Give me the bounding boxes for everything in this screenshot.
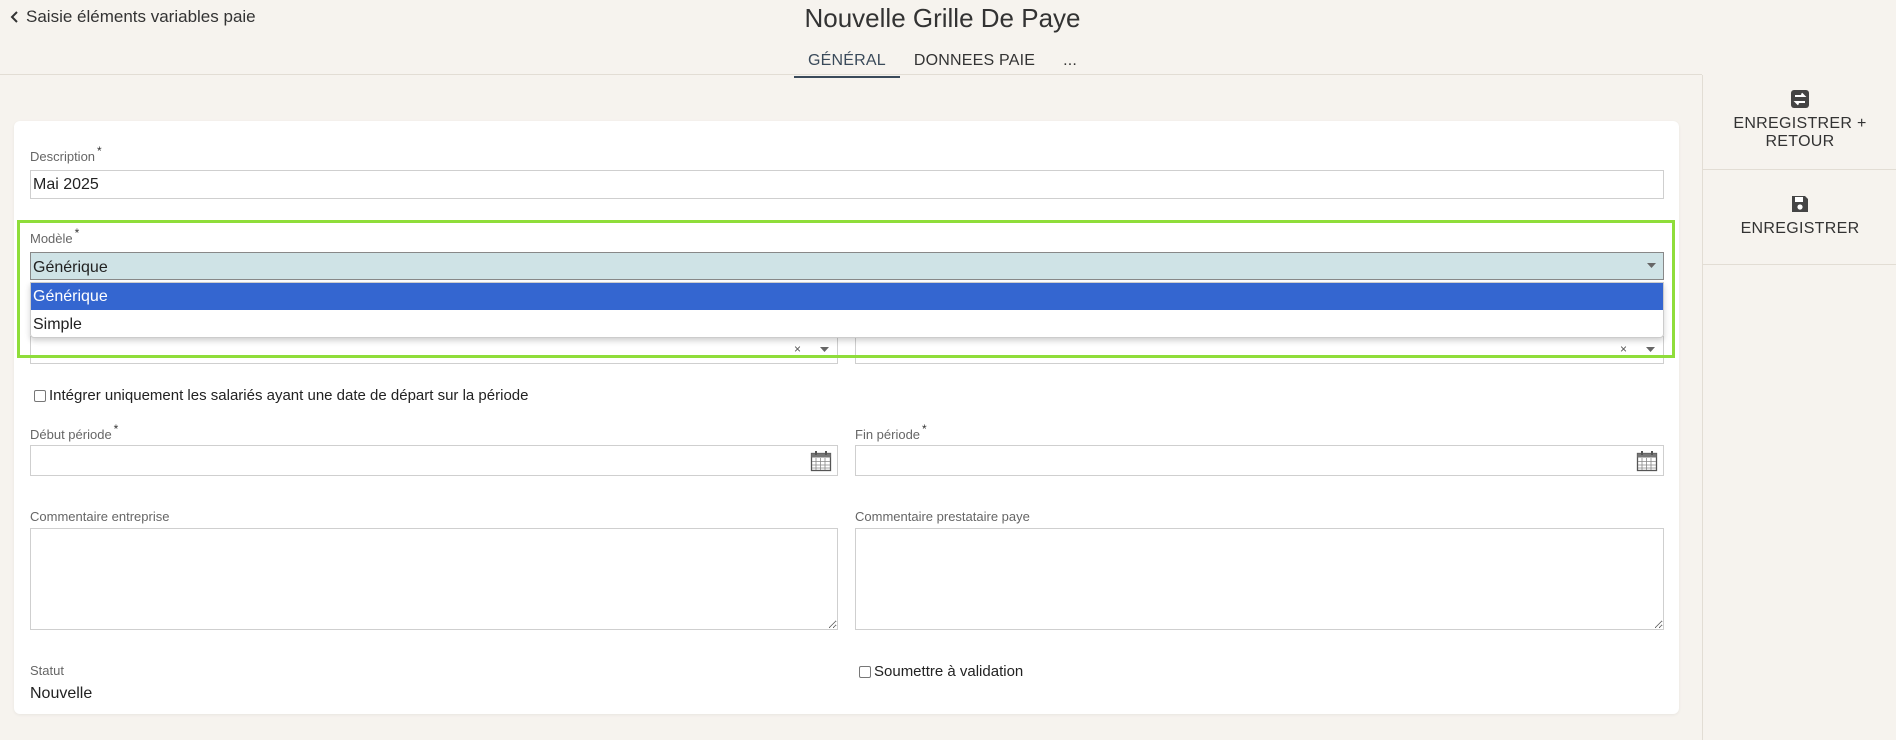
statut-label: Statut: [30, 663, 64, 678]
description-value: Mai 2025: [33, 176, 99, 193]
save-button[interactable]: ENREGISTRER: [1703, 194, 1896, 238]
description-label: Description *: [30, 144, 102, 164]
soumettre-checkbox[interactable]: [859, 665, 871, 678]
commentaire-prestataire-label: Commentaire prestataire paye: [855, 509, 1030, 524]
save-return-label-2: RETOUR: [1765, 133, 1835, 150]
floppy-disk-icon: [1792, 196, 1808, 212]
save-return-icon: [1791, 90, 1809, 108]
fin-periode-input[interactable]: [855, 445, 1664, 476]
debut-periode-input[interactable]: [30, 445, 838, 476]
integrer-option[interactable]: Intégrer uniquement les salariés ayant u…: [34, 387, 528, 404]
soumettre-option[interactable]: Soumettre à validation: [859, 663, 1023, 680]
statut-value: Nouvelle: [30, 685, 93, 702]
description-input[interactable]: Mai 2025: [30, 170, 1664, 199]
integrer-checkbox[interactable]: [34, 389, 46, 402]
fin-periode-label: Fin période *: [855, 422, 927, 442]
save-label: ENREGISTRER: [1740, 220, 1860, 237]
action-divider: [1703, 264, 1896, 265]
commentaire-entreprise-textarea[interactable]: [30, 528, 838, 630]
action-divider: [1703, 169, 1896, 170]
commentaire-prestataire-textarea[interactable]: [855, 528, 1664, 630]
debut-periode-label: Début période *: [30, 422, 119, 442]
action-panel: ENREGISTRER + RETOUR ENREGISTRER: [1702, 75, 1896, 740]
calendar-icon[interactable]: [1636, 450, 1658, 472]
commentaire-entreprise-label: Commentaire entreprise: [30, 509, 170, 524]
page-title: Nouvelle Grille De Paye: [804, 3, 1081, 33]
soumettre-label: Soumettre à validation: [874, 663, 1024, 680]
calendar-icon[interactable]: [810, 450, 832, 472]
modele-highlight-frame: [17, 220, 1675, 358]
save-return-button[interactable]: ENREGISTRER + RETOUR: [1703, 89, 1896, 151]
save-return-label-1: ENREGISTRER +: [1733, 115, 1867, 132]
header-divider: [0, 74, 1702, 75]
integrer-label: Intégrer uniquement les salariés ayant u…: [49, 387, 529, 404]
